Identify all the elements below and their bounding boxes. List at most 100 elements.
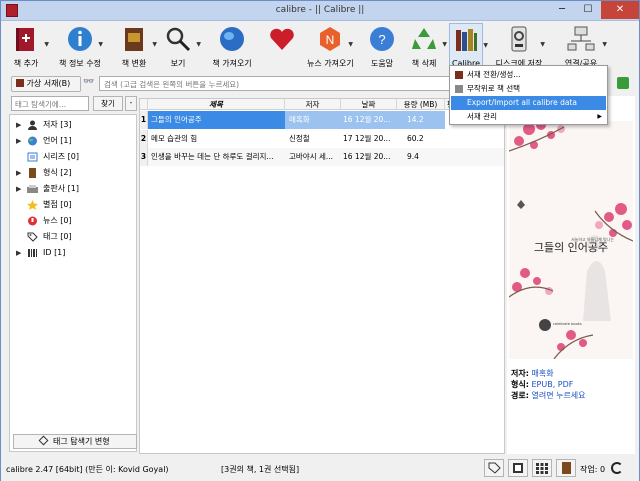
menu-item-library-maintenance[interactable]: 서재 관리 ▶ bbox=[451, 110, 606, 124]
tag-node-ratings[interactable]: 별점 [0] bbox=[10, 197, 136, 213]
tag-browser-panel: 태그 탐색기에… 찾기 - ▶ 저자 [3] ▶ 언어 [1] 시리즈 [0] … bbox=[9, 96, 137, 454]
edit-metadata-button[interactable]: ▼ 책 정보 수정 bbox=[59, 23, 103, 69]
tag-collapse-button[interactable]: - bbox=[125, 96, 137, 111]
tag-browser-filter-input[interactable]: 태그 탐색기에… bbox=[11, 96, 89, 111]
remove-books-button[interactable]: ▼ 책 삭제 bbox=[407, 23, 447, 69]
expand-arrow-icon[interactable]: ▶ bbox=[16, 133, 21, 149]
path-link[interactable]: 열려면 누르세요 bbox=[531, 391, 585, 400]
status-book-count: [3권의 책, 1권 선택됨] bbox=[221, 465, 300, 474]
edit-metadata-dropdown-arrow[interactable]: ▼ bbox=[98, 41, 103, 48]
book-details-toggle-button[interactable] bbox=[556, 459, 576, 477]
expand-arrow-icon[interactable]: ▶ bbox=[16, 245, 21, 261]
row-number: 1 bbox=[140, 111, 148, 129]
search-input[interactable]: 검색 (고급 검색은 왼쪽의 버튼을 누르세요) bbox=[99, 76, 459, 91]
save-dropdown-arrow[interactable]: ▼ bbox=[540, 41, 545, 48]
tag-node-label: 뉴스 [0] bbox=[43, 216, 72, 225]
jobs-spinner-icon bbox=[611, 462, 623, 474]
book-row[interactable]: 3 인생을 바꾸는 데는 단 하루도 걸리지... 고바야시 세... 16 1… bbox=[140, 148, 504, 166]
expand-arrow-icon[interactable]: ▶ bbox=[16, 181, 21, 197]
expand-arrow-icon[interactable]: ▶ bbox=[16, 165, 21, 181]
tag-node-tags[interactable]: 태그 [0] bbox=[10, 229, 136, 245]
tag-find-button[interactable]: 찾기 bbox=[93, 96, 123, 111]
info-icon bbox=[68, 27, 92, 51]
minimize-button[interactable]: ─ bbox=[549, 1, 575, 19]
remove-dropdown-arrow[interactable]: ▼ bbox=[442, 41, 447, 48]
advanced-search-binoculars-icon[interactable]: 👓 bbox=[83, 77, 94, 87]
menu-item-switch-library[interactable]: 서재 전환/생성... bbox=[451, 68, 606, 82]
tag-node-identifiers[interactable]: ▶ ID [1] bbox=[10, 245, 136, 261]
grid-view-toggle-button[interactable] bbox=[532, 459, 552, 477]
calibre-library-button[interactable]: ▼ Calibre bbox=[449, 23, 488, 69]
view-dropdown-arrow[interactable]: ▼ bbox=[196, 41, 201, 48]
cover-publisher: celebrate books bbox=[553, 322, 582, 326]
connect-dropdown-arrow[interactable]: ▼ bbox=[602, 41, 607, 48]
book-metadata: 저자: 매혹화 형식: EPUB, PDF 경로: 열려면 누르세요 bbox=[511, 368, 586, 401]
star-icon bbox=[27, 200, 38, 210]
close-button[interactable]: ✕ bbox=[601, 1, 639, 19]
convert-books-button[interactable]: ▼ 책 변환 bbox=[117, 23, 157, 69]
format-link[interactable]: EPUB, PDF bbox=[531, 380, 573, 389]
get-books-button[interactable]: 책 가져오기 bbox=[212, 23, 252, 69]
donate-button[interactable] bbox=[267, 23, 297, 69]
add-books-dropdown-arrow[interactable]: ▼ bbox=[44, 41, 49, 48]
fetch-news-button[interactable]: N ▼ 뉴스 가져오기 bbox=[307, 23, 354, 69]
book-cover-image[interactable]: 서늘하고 아름답게 빛나는 그들의 인어공주 celebrate books bbox=[509, 121, 633, 359]
book-row[interactable]: 2 메모 습관의 힘 신정철 17 12월 20... 60.2 bbox=[140, 130, 504, 148]
help-label: 도움말 bbox=[370, 59, 394, 68]
column-header-size[interactable]: 용량 (MB) bbox=[397, 99, 445, 110]
tag-node-publishers[interactable]: ▶ 출판사 [1] bbox=[10, 181, 136, 197]
maximize-button[interactable]: ☐ bbox=[575, 1, 601, 19]
author-link[interactable]: 매혹화 bbox=[531, 369, 553, 378]
column-header-author[interactable]: 저자 bbox=[285, 99, 341, 110]
main-toolbar: ▼ 책 추가 ▼ 책 정보 수정 ▼ 책 변환 ▼ 보기 책 가져오기 N ▼ … bbox=[1, 21, 639, 71]
expand-arrow-icon[interactable]: ▶ bbox=[16, 117, 21, 133]
tag-browser-toggle-button[interactable] bbox=[484, 459, 504, 477]
id-icon bbox=[28, 249, 37, 257]
help-button[interactable]: ? 도움말 bbox=[367, 23, 397, 69]
connect-share-button[interactable]: ▼ 연결/공유 bbox=[561, 23, 607, 69]
tag-node-languages[interactable]: ▶ 언어 [1] bbox=[10, 133, 136, 149]
fetch-news-label: 뉴스 가져오기 bbox=[307, 59, 354, 68]
book-author: 신정철 bbox=[289, 134, 310, 143]
svg-text:?: ? bbox=[378, 32, 385, 47]
tag-node-formats[interactable]: ▶ 형식 [2] bbox=[10, 165, 136, 181]
help-icon: ? bbox=[370, 27, 394, 51]
calibre-window: calibre - || Calibre || ─ ☐ ✕ ▼ 책 추가 ▼ 책… bbox=[0, 0, 640, 481]
tag-node-label: 태그 [0] bbox=[43, 232, 72, 241]
library-icon bbox=[456, 29, 477, 51]
book-size: 60.2 bbox=[407, 134, 424, 143]
network-icon bbox=[567, 26, 595, 51]
jobs-status[interactable]: 작업: 0 bbox=[580, 464, 605, 475]
view-button[interactable]: ▼ 보기 bbox=[161, 23, 201, 69]
fetch-news-dropdown-arrow[interactable]: ▼ bbox=[348, 41, 353, 48]
menu-item-export-import[interactable]: Export/Import all calibre data bbox=[451, 96, 606, 110]
person-icon bbox=[28, 120, 37, 130]
tag-node-authors[interactable]: ▶ 저자 [3] bbox=[10, 117, 136, 133]
menu-item-label: 서재 전환/생성... bbox=[467, 70, 521, 79]
submenu-arrow-icon: ▶ bbox=[597, 113, 602, 120]
convert-dropdown-arrow[interactable]: ▼ bbox=[152, 41, 157, 48]
globe-icon bbox=[28, 136, 37, 146]
add-icon[interactable] bbox=[617, 77, 629, 89]
column-header-title[interactable]: 제목 bbox=[148, 99, 285, 110]
publisher-icon bbox=[27, 185, 38, 193]
author-key: 저자: bbox=[511, 369, 529, 378]
tag-node-news[interactable]: 뉴스 [0] bbox=[10, 213, 136, 229]
tag-node-label: 형식 [2] bbox=[43, 168, 72, 177]
book-title: 인생을 바꾸는 데는 단 하루도 걸리지... bbox=[151, 152, 274, 161]
menu-item-label: 서재 관리 bbox=[467, 112, 497, 121]
column-header-date[interactable]: 날짜 bbox=[341, 99, 397, 110]
menu-item-random-book[interactable]: 무작위로 책 선택 bbox=[451, 82, 606, 96]
tag-node-series[interactable]: 시리즈 [0] bbox=[10, 149, 136, 165]
cover-browser-toggle-button[interactable] bbox=[508, 459, 528, 477]
save-to-disk-button[interactable]: ▼ 디스크에 저장 bbox=[496, 23, 545, 69]
tag-browser-manage-button[interactable]: 태그 탐색기 변형 bbox=[13, 434, 137, 449]
virtual-library-button[interactable]: 가상 서재(B) bbox=[11, 76, 81, 92]
calibre-dropdown-arrow[interactable]: ▼ bbox=[483, 42, 488, 49]
convert-book-icon bbox=[125, 28, 143, 51]
tag-browser-tree: ▶ 저자 [3] ▶ 언어 [1] 시리즈 [0] ▶ 형식 [2] ▶ 출판사… bbox=[9, 114, 137, 452]
path-key: 경로: bbox=[511, 391, 529, 400]
add-books-button[interactable]: ▼ 책 추가 bbox=[9, 23, 49, 69]
status-version: calibre 2.47 [64bit] (만든 이: Kovid Goyal) bbox=[6, 465, 169, 474]
title-bar: calibre - || Calibre || ─ ☐ ✕ bbox=[1, 1, 639, 21]
